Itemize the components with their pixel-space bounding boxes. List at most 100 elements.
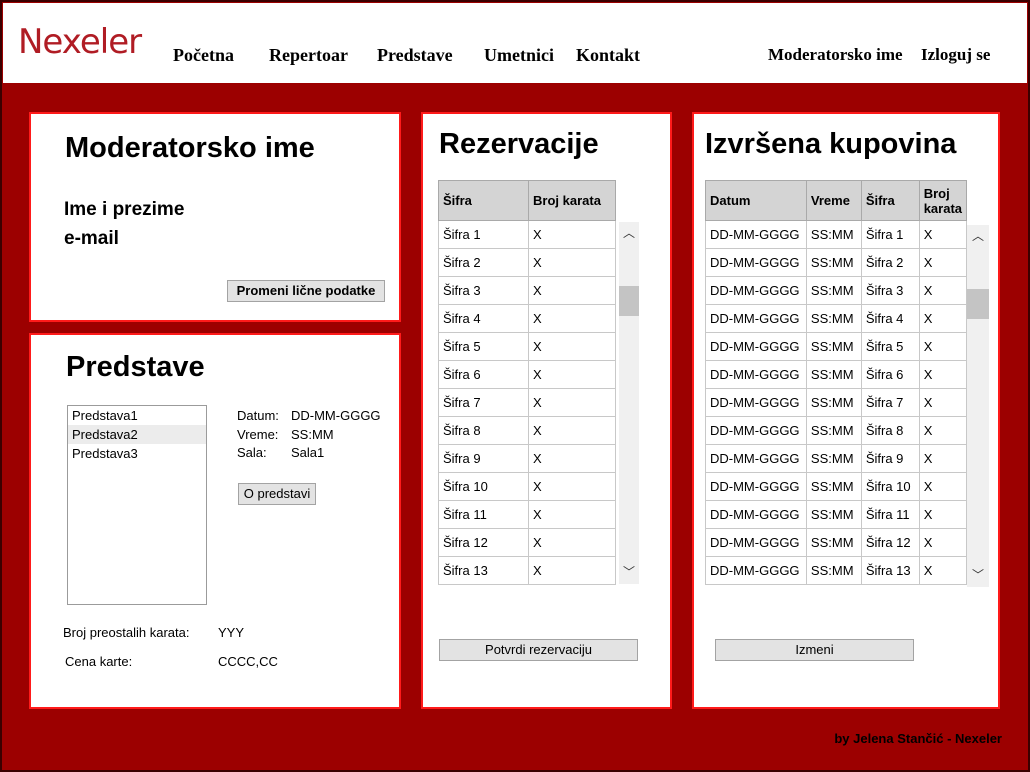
table-row[interactable]: Šifra 8X — [438, 416, 616, 445]
table-cell: DD-MM-GGGG — [705, 388, 807, 417]
table-cell: SS:MM — [805, 220, 862, 249]
table-row[interactable]: DD-MM-GGGG SS:MM Šifra 6X — [705, 360, 968, 389]
table-row[interactable]: DD-MM-GGGG SS:MM Šifra 8X — [705, 416, 968, 445]
reservations-scrollbar[interactable]: ︿ ﹀ — [619, 222, 639, 584]
user-name-link[interactable]: Moderatorsko ime — [768, 45, 903, 65]
nav-shows[interactable]: Predstave — [377, 45, 453, 66]
table-row[interactable]: Šifra 6X — [438, 360, 616, 389]
table-cell: X — [918, 416, 968, 445]
table-cell: X — [528, 500, 616, 529]
table-cell: DD-MM-GGGG — [705, 332, 807, 361]
column-header-tickets[interactable]: Broj karata — [918, 180, 968, 221]
table-row[interactable]: DD-MM-GGGG SS:MM Šifra 11 X — [705, 500, 968, 529]
table-row[interactable]: Šifra 2X — [438, 248, 616, 277]
table-row[interactable]: Šifra 12 X — [438, 528, 616, 557]
edit-profile-button[interactable]: Promeni lične podatke — [227, 280, 385, 302]
table-row[interactable]: Šifra 7X — [438, 388, 616, 417]
table-row[interactable]: DD-MM-GGGG SS:MM Šifra 3X — [705, 276, 968, 305]
table-row[interactable]: Šifra 10 X — [438, 472, 616, 501]
shows-listbox[interactable]: Predstava1 Predstava2 Predstava3 — [67, 405, 207, 605]
table-row[interactable]: Šifra 1X — [438, 220, 616, 249]
table-row[interactable]: DD-MM-GGGG SS:MM Šifra 2X — [705, 248, 968, 277]
nav-artists[interactable]: Umetnici — [484, 45, 554, 66]
table-row[interactable]: Šifra 3X — [438, 276, 616, 305]
shows-panel: Predstave Predstava1 Predstava2 Predstav… — [29, 333, 401, 709]
profile-panel: Moderatorsko ime Ime i prezime e-mail Pr… — [29, 112, 401, 322]
table-cell: SS:MM — [805, 444, 862, 473]
table-cell: Šifra 7 — [438, 388, 529, 417]
scroll-down-icon[interactable]: ﹀ — [967, 566, 989, 583]
table-cell: DD-MM-GGGG — [705, 276, 807, 305]
reservations-table: Šifra Broj karata Šifra 1 X Šifra 2 X Šifra … — [438, 180, 616, 585]
table-cell: X — [918, 444, 968, 473]
time-value: SS:MM — [291, 427, 334, 442]
table-row[interactable]: Šifra 9X — [438, 444, 616, 473]
ticket-price-value: CCCC,CC — [218, 654, 278, 669]
table-cell: Šifra 6 — [438, 360, 529, 389]
table-row[interactable]: DD-MM-GGGG SS:MM Šifra 10 X — [705, 472, 968, 501]
table-cell: X — [918, 332, 968, 361]
table-cell: SS:MM — [805, 472, 862, 501]
nav-contact[interactable]: Kontakt — [576, 45, 640, 66]
table-cell: Šifra 3 — [438, 276, 529, 305]
table-cell: SS:MM — [805, 556, 862, 585]
table-cell: DD-MM-GGGG — [705, 220, 807, 249]
confirm-reservation-button[interactable]: Potvrdi rezervaciju — [439, 639, 638, 661]
table-cell: SS:MM — [805, 388, 862, 417]
table-row[interactable]: Šifra 13 X — [438, 556, 616, 585]
table-cell: SS:MM — [805, 248, 862, 277]
reservations-title: Rezervacije — [439, 128, 599, 160]
table-row[interactable]: Šifra 5X — [438, 332, 616, 361]
table-row[interactable]: DD-MM-GGGG SS:MM Šifra 13 X — [705, 556, 968, 585]
table-cell: X — [918, 388, 968, 417]
table-cell: Šifra 5 — [438, 332, 529, 361]
table-cell: Šifra 6 — [860, 360, 920, 389]
show-list-item[interactable]: Predstava3 — [68, 444, 206, 463]
table-cell: Šifra 13 — [860, 556, 920, 585]
purchases-scrollbar[interactable]: ︿ ﹀ — [967, 225, 989, 587]
about-show-button[interactable]: O predstavi — [238, 483, 316, 505]
table-row[interactable]: DD-MM-GGGG SS:MM Šifra 4X — [705, 304, 968, 333]
column-header-code[interactable]: Šifra — [438, 180, 529, 221]
scrollbar-thumb[interactable] — [967, 289, 989, 319]
table-row[interactable]: DD-MM-GGGG SS:MM Šifra 9X — [705, 444, 968, 473]
show-list-item-selected[interactable]: Predstava2 — [68, 425, 206, 444]
logout-link[interactable]: Izloguj se — [921, 45, 990, 65]
column-header-date[interactable]: Datum — [705, 180, 807, 221]
table-cell: X — [528, 444, 616, 473]
table-cell: SS:MM — [805, 332, 862, 361]
table-header-row: Šifra Broj karata — [438, 180, 616, 221]
scrollbar-thumb[interactable] — [619, 286, 639, 316]
footer-credit: by Jelena Stančić - Nexeler — [834, 731, 1002, 746]
column-header-time[interactable]: Vreme — [805, 180, 862, 221]
scroll-up-icon[interactable]: ︿ — [967, 227, 989, 244]
table-row[interactable]: DD-MM-GGGG SS:MM Šifra 5X — [705, 332, 968, 361]
table-cell: SS:MM — [805, 304, 862, 333]
table-cell: X — [528, 360, 616, 389]
table-row[interactable]: DD-MM-GGGG SS:MM Šifra 1X — [705, 220, 968, 249]
show-list-item[interactable]: Predstava1 — [68, 406, 206, 425]
table-cell: Šifra 1 — [860, 220, 920, 249]
table-cell: DD-MM-GGGG — [705, 528, 807, 557]
brand-logo[interactable]: Nexeler — [18, 22, 142, 62]
table-cell: Šifra 2 — [860, 248, 920, 277]
column-header-code[interactable]: Šifra — [860, 180, 920, 221]
table-cell: DD-MM-GGGG — [705, 500, 807, 529]
purchases-title: Izvršena kupovina — [705, 128, 957, 160]
table-row[interactable]: DD-MM-GGGG SS:MM Šifra 7X — [705, 388, 968, 417]
edit-purchase-button[interactable]: Izmeni — [715, 639, 914, 661]
scroll-up-icon[interactable]: ︿ — [619, 224, 639, 241]
table-cell: Šifra 9 — [438, 444, 529, 473]
table-cell: X — [528, 472, 616, 501]
table-row[interactable]: Šifra 11 X — [438, 500, 616, 529]
nav-repertoire[interactable]: Repertoar — [269, 45, 348, 66]
scroll-down-icon[interactable]: ﹀ — [619, 563, 639, 580]
time-label: Vreme: — [237, 427, 279, 442]
column-header-tickets[interactable]: Broj karata — [528, 180, 616, 221]
table-cell: Šifra 8 — [438, 416, 529, 445]
table-row[interactable]: DD-MM-GGGG SS:MM Šifra 12 X — [705, 528, 968, 557]
nav-home[interactable]: Početna — [173, 45, 234, 66]
table-row[interactable]: Šifra 4X — [438, 304, 616, 333]
top-header: Nexeler Početna Repertoar Predstave Umet… — [3, 3, 1027, 83]
shows-title: Predstave — [66, 351, 205, 383]
